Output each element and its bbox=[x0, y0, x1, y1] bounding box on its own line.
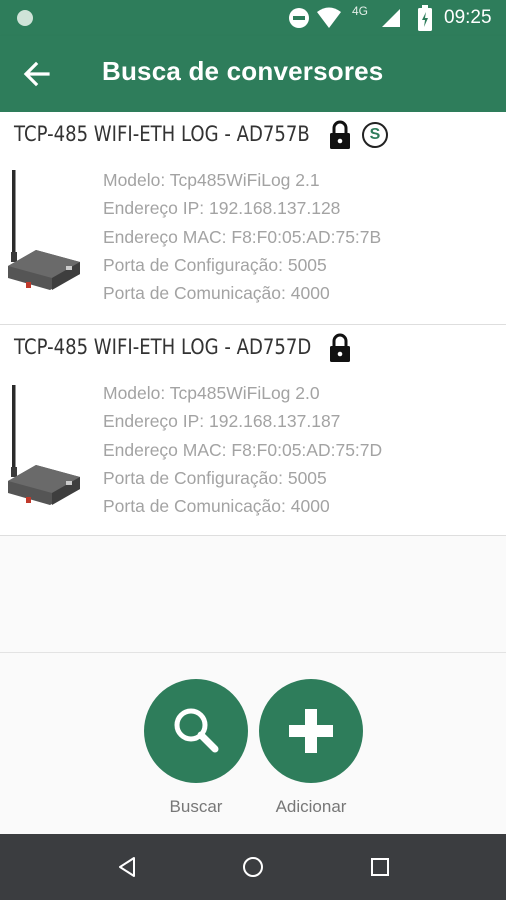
action-area: Buscar Adicionar bbox=[0, 652, 506, 835]
lock-icon bbox=[330, 120, 350, 149]
wifi-icon bbox=[317, 7, 341, 28]
do-not-disturb-icon bbox=[289, 8, 309, 28]
converter-device-image bbox=[8, 385, 80, 505]
config-port-text: Porta de Configuração: 5005 bbox=[103, 254, 327, 275]
converter-device-image bbox=[8, 170, 80, 290]
converter-name: TCP-485 WIFI-ETH LOG - AD757D bbox=[14, 335, 312, 359]
s-badge-icon: S bbox=[362, 122, 388, 148]
app-bar: Busca de conversores bbox=[0, 36, 506, 112]
search-button[interactable] bbox=[144, 679, 248, 783]
signal-icon bbox=[382, 9, 400, 27]
converter-details: Modelo: Tcp485WiFiLog 2.0 Endereço IP: 1… bbox=[103, 379, 382, 520]
battery-charging-icon bbox=[418, 5, 432, 31]
config-port-text: Porta de Configuração: 5005 bbox=[103, 467, 327, 488]
page-title: Busca de conversores bbox=[102, 56, 384, 86]
ip-address-text: Endereço IP: 192.168.137.187 bbox=[103, 411, 341, 432]
model-text: Modelo: Tcp485WiFiLog 2.1 bbox=[103, 170, 320, 190]
notification-dot-icon bbox=[17, 10, 33, 26]
converter-details: Modelo: Tcp485WiFiLog 2.1 Endereço IP: 1… bbox=[103, 166, 381, 307]
clock: 09:25 bbox=[444, 7, 492, 28]
home-circle-icon[interactable] bbox=[242, 856, 264, 878]
status-bar: 4G 09:25 bbox=[0, 0, 506, 36]
add-button[interactable] bbox=[259, 679, 363, 783]
add-button-label[interactable]: Adicionar bbox=[241, 797, 381, 817]
converter-list: TCP-485 WIFI-ETH LOG - AD757B S Modelo: … bbox=[0, 112, 506, 536]
back-triangle-icon[interactable] bbox=[116, 856, 138, 878]
recents-square-icon[interactable] bbox=[370, 857, 390, 877]
mac-address-text: Endereço MAC: F8:F0:05:AD:75:7B bbox=[103, 226, 382, 247]
plus-icon bbox=[289, 709, 333, 753]
system-nav-bar bbox=[0, 834, 506, 900]
converter-name: TCP-485 WIFI-ETH LOG - AD757B bbox=[14, 122, 310, 146]
network-type-label: 4G bbox=[352, 4, 369, 18]
mac-address-text: Endereço MAC: F8:F0:05:AD:75:7D bbox=[103, 439, 383, 460]
search-icon bbox=[174, 708, 219, 753]
arrow-left-icon[interactable] bbox=[20, 58, 56, 90]
comm-port-text: Porta de Comunicação: 4000 bbox=[103, 283, 330, 304]
comm-port-text: Porta de Comunicação: 4000 bbox=[103, 496, 330, 517]
converter-list-item[interactable]: TCP-485 WIFI-ETH LOG - AD757B S Modelo: … bbox=[0, 112, 506, 325]
lock-icon bbox=[330, 333, 350, 362]
ip-address-text: Endereço IP: 192.168.137.128 bbox=[103, 198, 341, 219]
model-text: Modelo: Tcp485WiFiLog 2.0 bbox=[103, 383, 320, 403]
converter-list-item[interactable]: TCP-485 WIFI-ETH LOG - AD757D Modelo: Tc… bbox=[0, 325, 506, 536]
